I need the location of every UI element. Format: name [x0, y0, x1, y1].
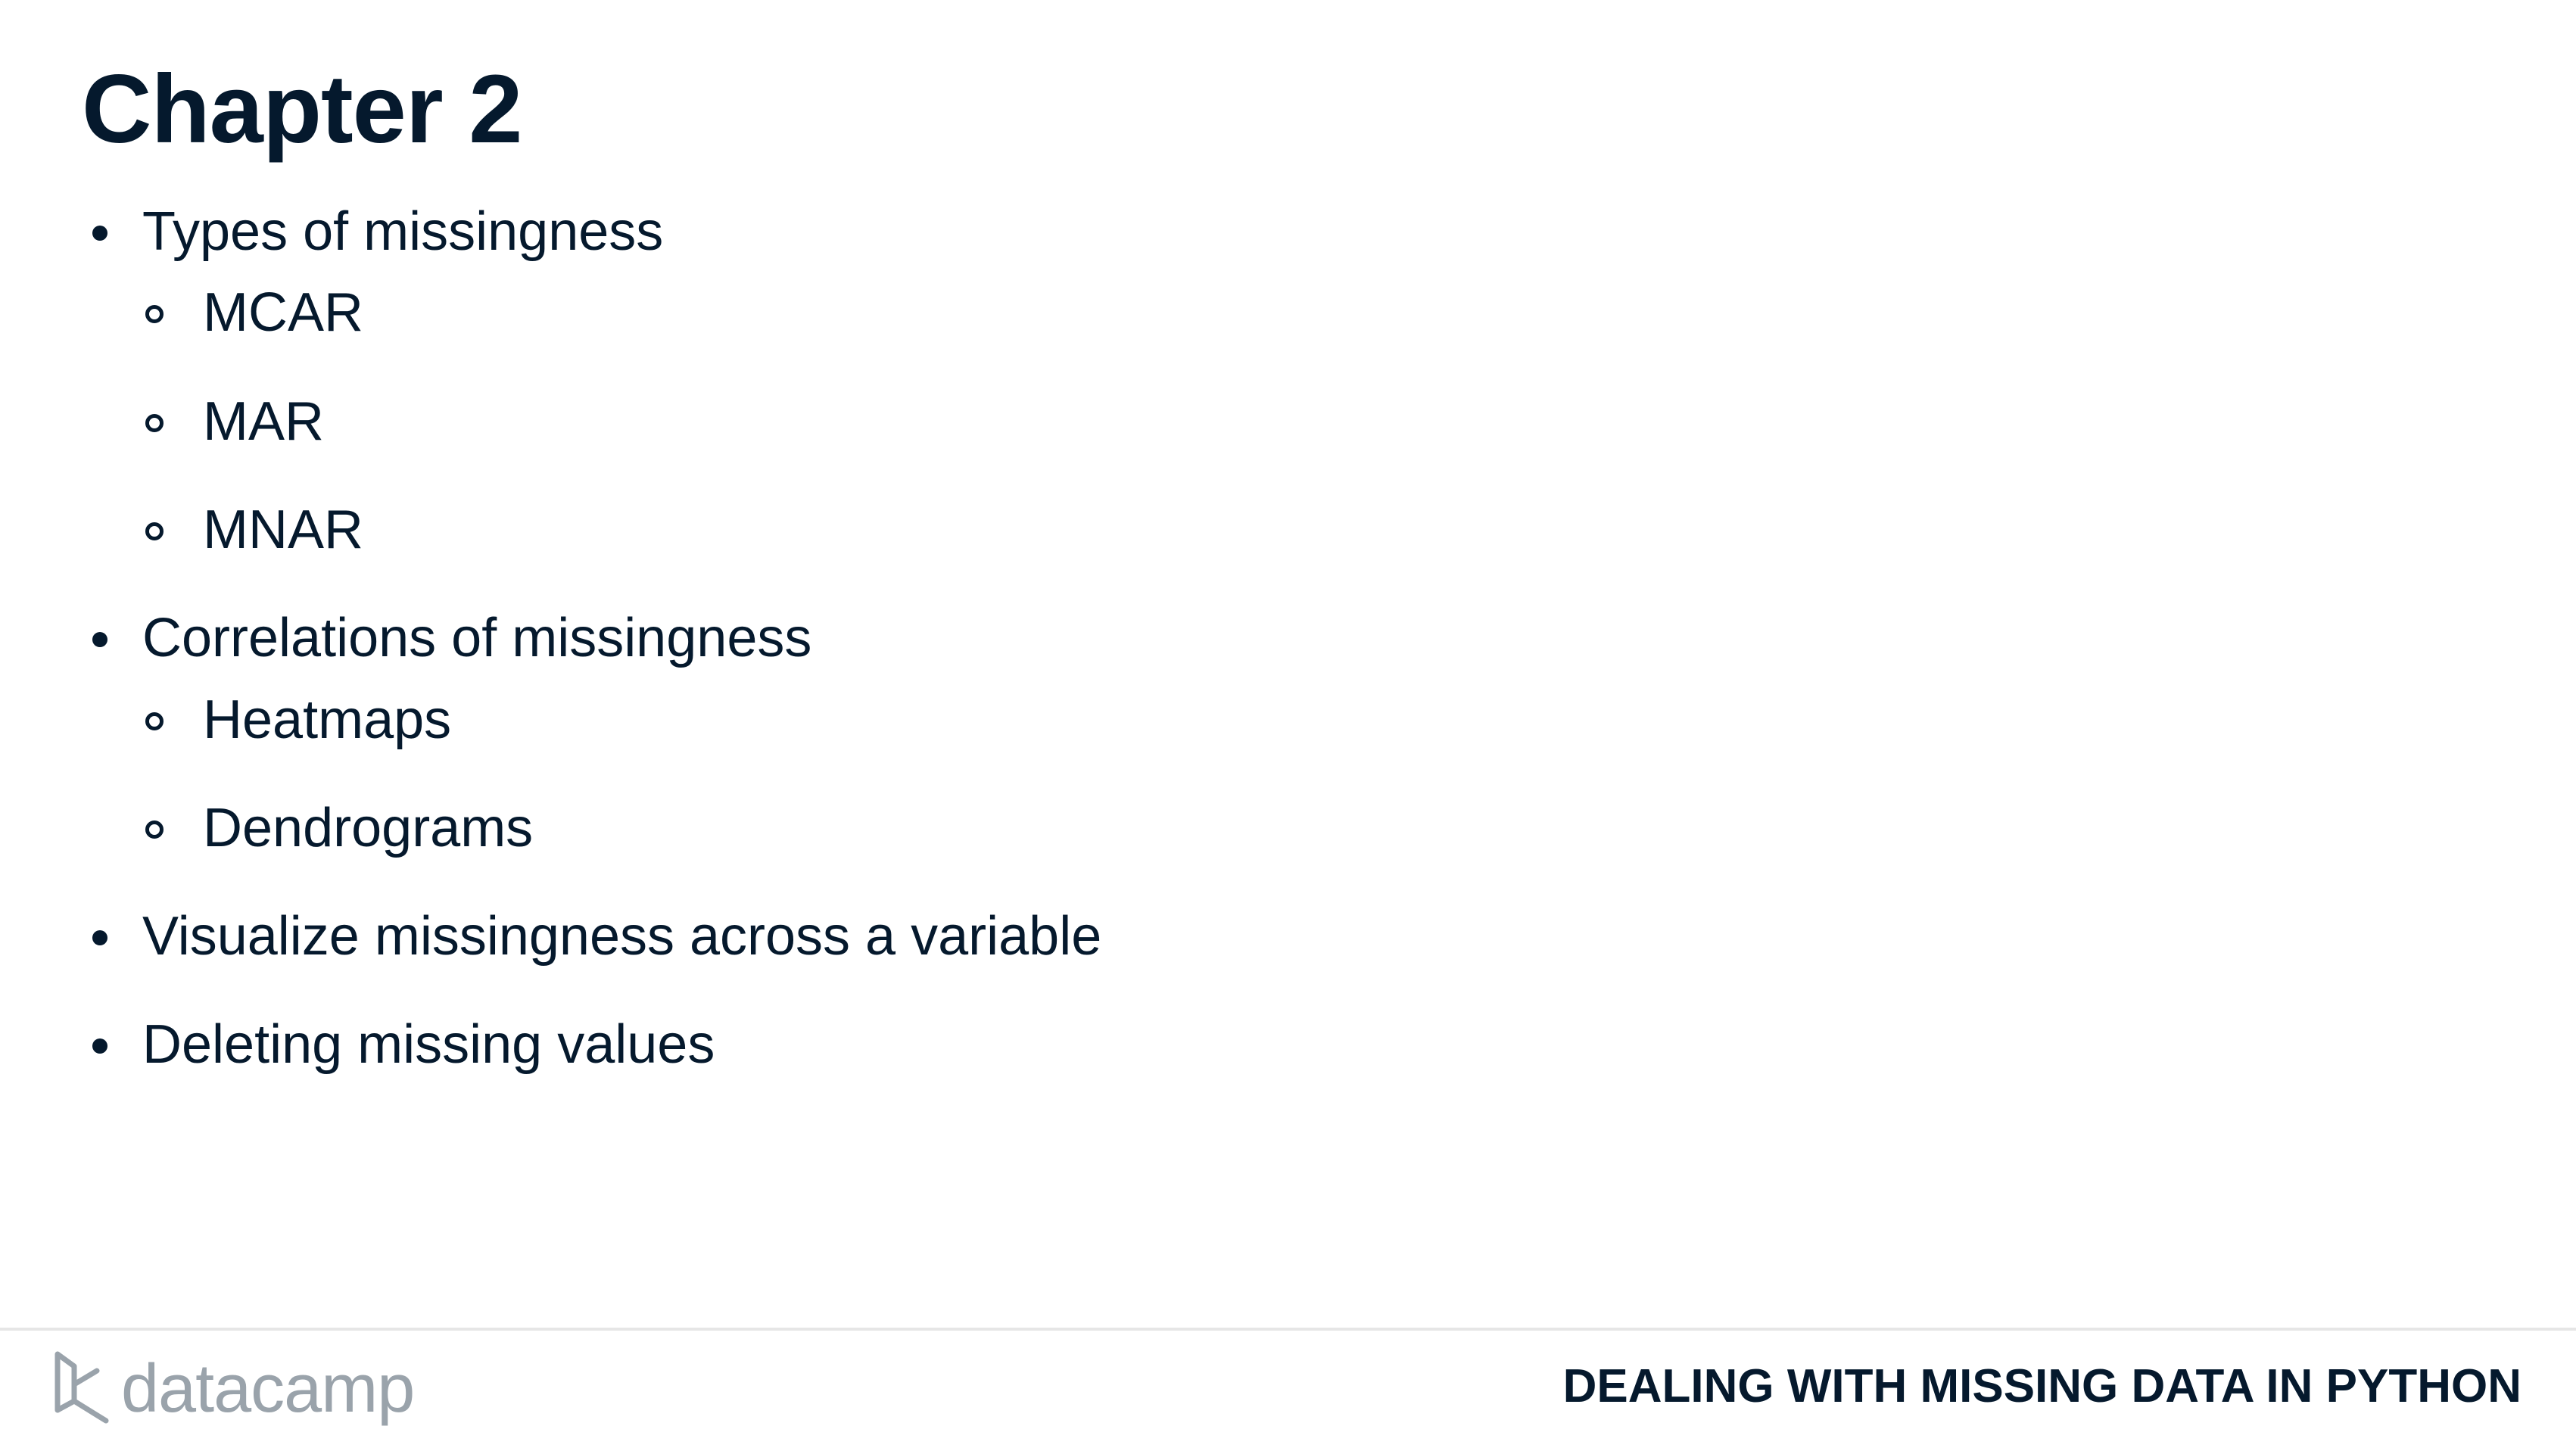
bullet-circle-icon: [145, 522, 164, 540]
slide-title: Chapter 2: [82, 55, 522, 163]
bullet-item-deleting-missing-values: Deleting missing values: [92, 1010, 715, 1079]
bullet-dot-icon: [92, 632, 107, 647]
bullet-text: Dendrograms: [203, 798, 534, 858]
bullet-dot-icon: [92, 1038, 107, 1054]
footer-divider: [0, 1328, 2576, 1331]
sub-bullet-item-heatmaps: Heatmaps: [145, 686, 452, 754]
bullet-circle-icon: [145, 820, 164, 839]
bullet-text: Deleting missing values: [142, 1014, 715, 1075]
sub-bullet-item-mnar: MNAR: [145, 496, 363, 564]
sub-bullet-item-mar: MAR: [145, 388, 324, 456]
bullet-item-correlations-of-missingness: Correlations of missingness: [92, 604, 812, 672]
course-title: DEALING WITH MISSING DATA IN PYTHON: [1562, 1360, 2521, 1412]
bullet-item-types-of-missingness: Types of missingness: [92, 198, 664, 266]
bullet-text: MAR: [203, 391, 324, 452]
bullet-circle-icon: [145, 712, 164, 730]
datacamp-logo: datacamp: [51, 1347, 415, 1431]
bullet-text: Correlations of missingness: [142, 608, 812, 668]
bullet-text: Heatmaps: [203, 690, 452, 750]
bullet-circle-icon: [145, 305, 164, 323]
bullet-text: MNAR: [203, 500, 363, 560]
sub-bullet-item-dendrograms: Dendrograms: [145, 794, 534, 862]
bullet-dot-icon: [92, 930, 107, 945]
bullet-circle-icon: [145, 414, 164, 432]
datacamp-logo-icon: [55, 1351, 109, 1424]
bullet-text: MCAR: [203, 282, 363, 343]
sub-bullet-item-mcar: MCAR: [145, 279, 363, 347]
logo-text: datacamp: [121, 1351, 415, 1427]
bullet-dot-icon: [92, 226, 107, 241]
bullet-item-visualize-missingness: Visualize missingness across a variable: [92, 902, 1102, 970]
bullet-text: Visualize missingness across a variable: [142, 906, 1102, 967]
bullet-text: Types of missingness: [142, 201, 664, 262]
